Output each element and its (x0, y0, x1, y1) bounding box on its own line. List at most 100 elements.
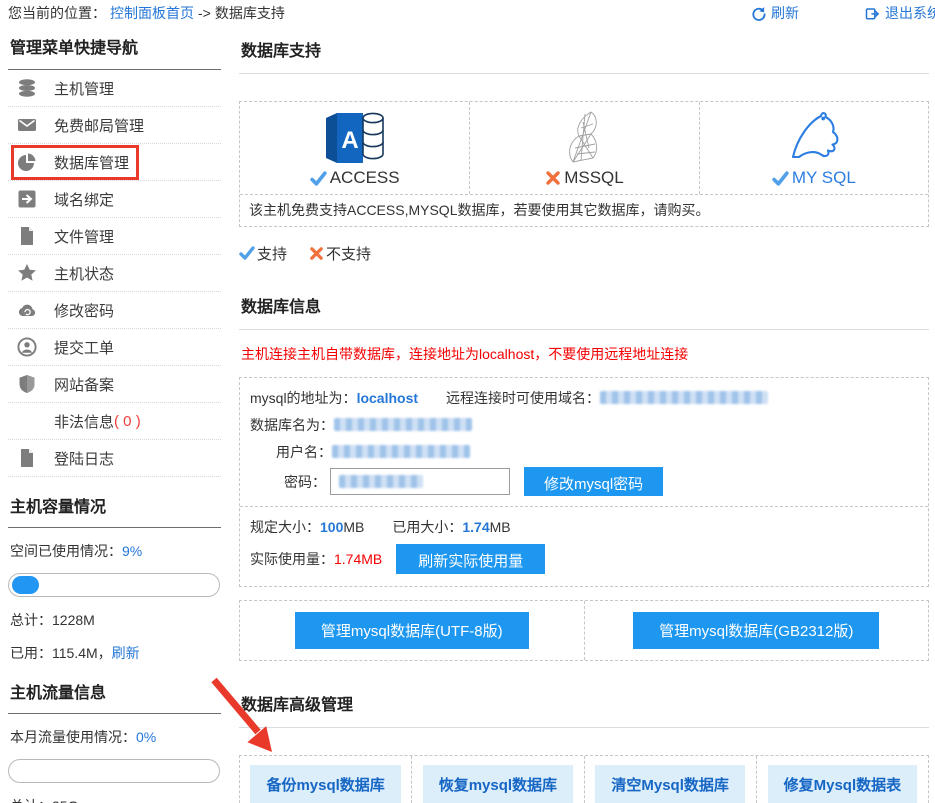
mysql-dolphin-icon (783, 109, 845, 165)
traffic-section-title: 主机流量信息 (8, 663, 221, 714)
main-content: 数据库支持 A (239, 24, 929, 803)
sidebar-item-domain-bind[interactable]: 域名绑定 (8, 181, 221, 218)
sidebar-item-host-manage[interactable]: 主机管理 (8, 70, 221, 107)
star-icon (17, 263, 37, 283)
db-name: ACCESS (330, 168, 400, 188)
mysql-address-row: mysql的地址为： localhost 远程连接时可使用域名： (250, 384, 918, 411)
legend-unsupported-label: 不支持 (326, 243, 371, 264)
actual-usage-value: 1.74MB (334, 551, 382, 567)
adv-cell: 备份mysql数据库 (240, 756, 411, 803)
advanced-manage-table: 备份mysql数据库 恢复mysql数据库 清空Mysql数据库 修复Mysql… (239, 755, 929, 803)
db-cell-mssql: MSSQL (469, 102, 698, 194)
shield-icon (17, 374, 37, 394)
backup-mysql-button[interactable]: 备份mysql数据库 (250, 765, 400, 803)
sidebar-item-website-record[interactable]: 网站备案 (8, 366, 221, 403)
quota-row: 规定大小： 100 MB 已用大小： 1.74 MB (250, 514, 918, 540)
refresh-button[interactable]: 刷新 (751, 3, 799, 23)
manage-mysql-utf8-button[interactable]: 管理mysql数据库(UTF-8版) (295, 612, 529, 649)
quota-value: 100 (320, 519, 343, 535)
quota-unit: MB (343, 519, 364, 535)
legend-supported: 支持 (239, 243, 287, 264)
sidebar-item-label: 提交工单 (54, 337, 114, 358)
sidebar-item-illegal-info[interactable]: 非法信息 ( 0 ) (8, 403, 221, 440)
username-label: 用户名： (276, 442, 332, 462)
remote-domain-value-masked (600, 391, 768, 404)
refresh-icon (751, 6, 766, 21)
sidebar-item-login-log[interactable]: 登陆日志 (8, 440, 221, 477)
db-name: MY SQL (792, 168, 856, 188)
breadcrumb-separator: -> (198, 5, 211, 21)
refresh-label: 刷新 (771, 3, 799, 23)
sidebar-item-host-status[interactable]: 主机状态 (8, 255, 221, 292)
logout-button[interactable]: 退出系统 (865, 3, 935, 23)
sidebar-item-file-manage[interactable]: 文件管理 (8, 218, 221, 255)
sidebar: 管理菜单快捷导航 主机管理 免费邮局管理 数据库管理 域名绑定 (0, 24, 227, 803)
db-name-row: 数据库名为： (250, 411, 918, 438)
advanced-section-title: 数据库高级管理 (239, 678, 929, 728)
used-size-value: 1.74 (462, 519, 489, 535)
cross-icon (309, 246, 324, 261)
file-icon (17, 226, 37, 246)
disk-used-line: 已用：115.4M，刷新 (8, 630, 221, 663)
breadcrumb-current: 数据库支持 (215, 3, 285, 23)
sidebar-item-label: 数据库管理 (54, 152, 129, 173)
legend-supported-label: 支持 (257, 243, 287, 264)
sidebar-item-label: 修改密码 (54, 300, 114, 321)
illegal-info-count: ( 0 ) (114, 413, 141, 430)
sidebar-item-label: 域名绑定 (54, 189, 114, 210)
arrow-box-icon (17, 189, 37, 209)
restore-mysql-button[interactable]: 恢复mysql数据库 (423, 765, 573, 803)
db-label-access: ACCESS (310, 168, 400, 188)
check-icon (239, 245, 255, 261)
empty-mysql-button[interactable]: 清空Mysql数据库 (595, 765, 745, 803)
mysql-address-value: localhost (357, 390, 418, 406)
check-icon (772, 170, 789, 187)
sidebar-item-submit-ticket[interactable]: 提交工单 (8, 329, 221, 366)
server-icon (17, 78, 37, 98)
disk-total: 总计：1228M (8, 597, 221, 630)
sidebar-nav-title: 管理菜单快捷导航 (8, 26, 221, 70)
db-name-label: 数据库名为： (250, 415, 334, 435)
mail-icon (17, 115, 37, 135)
top-bar: 您当前的位置： 控制面板首页 -> 数据库支持 刷新 退出系统 (0, 0, 935, 24)
size-rows: 规定大小： 100 MB 已用大小： 1.74 MB 实际使用量： 1.74MB… (240, 506, 928, 586)
db-name-value-masked (334, 418, 472, 431)
manage-gb2312-cell: 管理mysql数据库(GB2312版) (584, 601, 929, 660)
disk-usage-bar (8, 573, 220, 597)
repair-mysql-button[interactable]: 修复Mysql数据表 (768, 765, 918, 803)
refresh-actual-usage-button[interactable]: 刷新实际使用量 (396, 544, 545, 574)
breadcrumb: 您当前的位置： 控制面板首页 -> 数据库支持 (8, 3, 285, 23)
change-mysql-password-button[interactable]: 修改mysql密码 (524, 467, 663, 496)
db-label-mysql: MY SQL (772, 168, 856, 188)
cloud-icon (17, 300, 37, 320)
support-legend: 支持 不支持 (239, 242, 929, 264)
manage-buttons-table: 管理mysql数据库(UTF-8版) 管理mysql数据库(GB2312版) (239, 600, 929, 661)
logout-label: 退出系统 (885, 3, 935, 23)
traffic-usage-label: 本月流量使用情况： (10, 729, 136, 745)
username-value-masked (332, 445, 470, 458)
sidebar-item-database-manage[interactable]: 数据库管理 (8, 144, 221, 181)
password-input[interactable] (330, 468, 510, 495)
breadcrumb-label: 您当前的位置： (8, 3, 106, 23)
db-warning-text: 主机连接主机自带数据库，连接地址为localhost，不要使用远程地址连接 (241, 344, 929, 364)
manage-mysql-gb2312-button[interactable]: 管理mysql数据库(GB2312版) (633, 612, 879, 649)
sidebar-item-change-password[interactable]: 修改密码 (8, 292, 221, 329)
adv-cell: 修复Mysql数据表 (756, 756, 928, 803)
sidebar-item-label: 网站备案 (54, 374, 114, 395)
database-support-table: A ACCESS (239, 101, 929, 227)
traffic-usage-value: 0% (136, 729, 156, 745)
sidebar-item-mail-manage[interactable]: 免费邮局管理 (8, 107, 221, 144)
disk-refresh-link[interactable]: 刷新 (112, 645, 140, 661)
password-row: 密码： 修改mysql密码 (250, 467, 918, 496)
db-label-mssql: MSSQL (545, 168, 624, 188)
password-label: 密码： (284, 472, 326, 492)
adv-cell: 恢复mysql数据库 (411, 756, 583, 803)
mysql-address-label: mysql的地址为： (250, 388, 357, 408)
cross-icon (545, 170, 561, 186)
sidebar-item-label: 文件管理 (54, 226, 114, 247)
breadcrumb-home-link[interactable]: 控制面板首页 (110, 3, 194, 23)
manage-utf8-cell: 管理mysql数据库(UTF-8版) (240, 601, 584, 660)
mssql-icon (558, 109, 610, 165)
advanced-row-1: 备份mysql数据库 恢复mysql数据库 清空Mysql数据库 修复Mysql… (240, 756, 928, 803)
actual-usage-label: 实际使用量： (250, 549, 334, 569)
